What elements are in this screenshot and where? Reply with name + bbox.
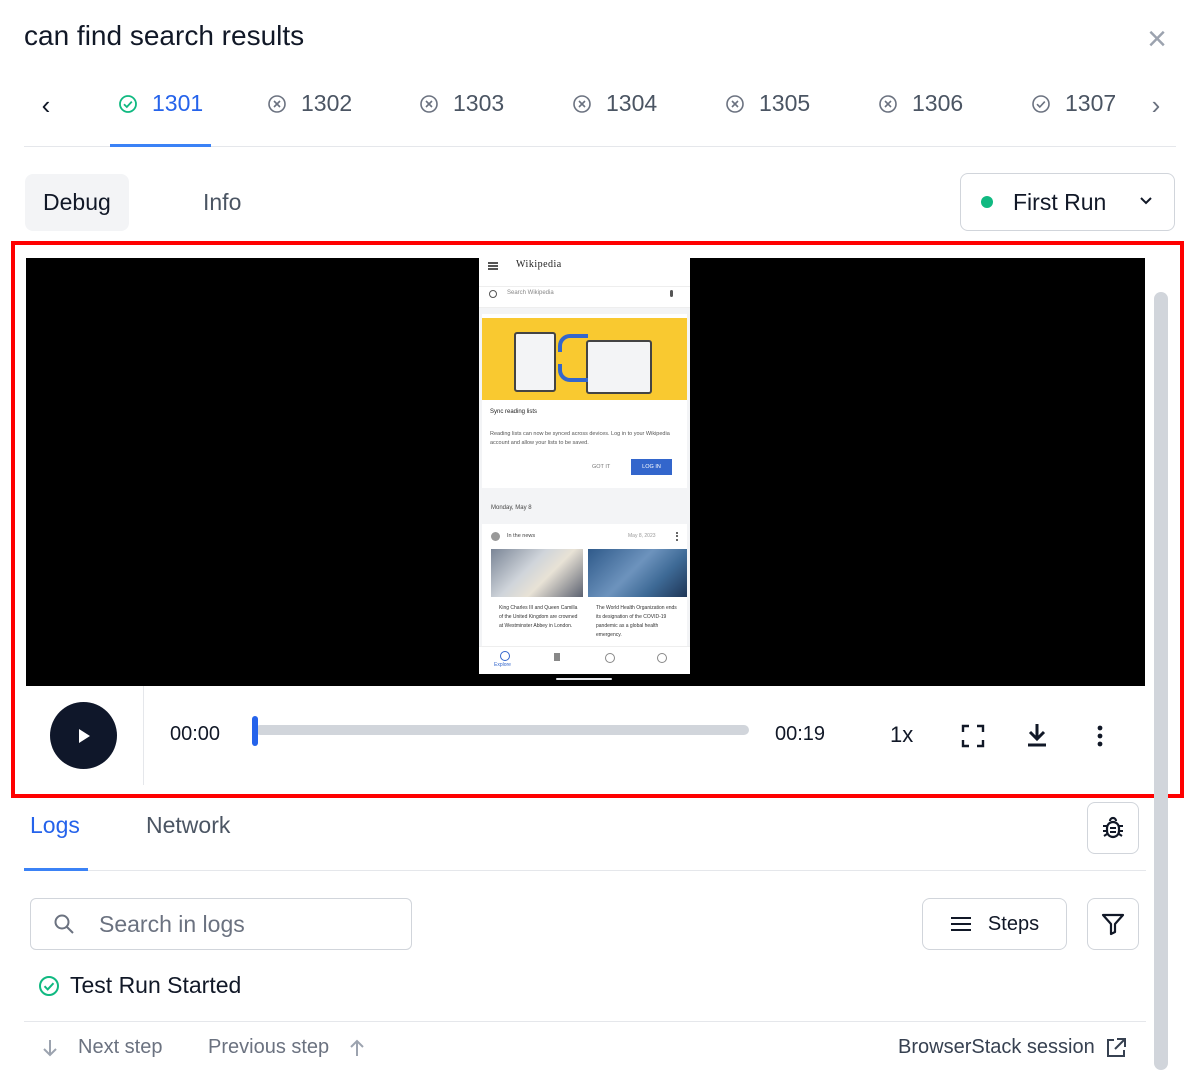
x-circle-icon xyxy=(879,95,897,113)
run-tab-label: 1307 xyxy=(1065,90,1117,116)
scrollbar[interactable] xyxy=(1154,292,1168,1070)
search-input[interactable] xyxy=(97,909,391,939)
tab-run-1305[interactable]: 1305 xyxy=(725,78,810,146)
chevron-right-icon[interactable]: › xyxy=(1142,92,1170,120)
run-tabs: ‹ 1301 1302 1303 1304 1305 1306 1307 › xyxy=(24,78,1176,147)
previous-step-button[interactable]: Previous step xyxy=(208,1036,367,1059)
browserstack-session-link[interactable]: BrowserStack session xyxy=(898,1036,1127,1059)
x-circle-icon xyxy=(573,95,591,113)
x-circle-icon xyxy=(420,95,438,113)
check-circle-icon xyxy=(119,95,137,113)
debug-button[interactable] xyxy=(1087,802,1139,854)
check-circle-icon xyxy=(1032,95,1050,113)
tab-network[interactable]: Network xyxy=(146,812,230,839)
steps-button[interactable]: Steps xyxy=(922,898,1067,950)
highlight-box xyxy=(11,241,1184,798)
tab-run-1304[interactable]: 1304 xyxy=(572,78,657,146)
search-icon xyxy=(54,914,74,934)
tab-run-1303[interactable]: 1303 xyxy=(419,78,504,146)
list-icon xyxy=(950,917,971,931)
run-select-dropdown[interactable]: First Run xyxy=(960,173,1175,231)
filter-icon xyxy=(1101,913,1125,936)
status-dot xyxy=(981,196,993,208)
run-tab-label: 1303 xyxy=(453,90,505,116)
previous-step-label: Previous step xyxy=(208,1036,330,1058)
chevron-left-icon[interactable]: ‹ xyxy=(32,92,60,120)
x-circle-icon xyxy=(726,95,744,113)
active-tab-indicator xyxy=(110,144,212,147)
tab-run-1307[interactable]: 1307 xyxy=(1031,78,1116,146)
active-tab-indicator xyxy=(24,868,88,871)
page-title: can find search results xyxy=(24,20,305,51)
run-tab-label: 1302 xyxy=(301,90,353,116)
log-search[interactable] xyxy=(30,898,412,950)
next-step-label: Next step xyxy=(78,1036,163,1058)
run-select-value: First Run xyxy=(1013,188,1107,215)
filter-button[interactable] xyxy=(1087,898,1139,950)
arrow-up-icon xyxy=(350,1039,364,1056)
arrow-down-icon xyxy=(43,1039,57,1056)
tab-run-1301[interactable]: 1301 xyxy=(110,78,212,147)
divider xyxy=(24,870,1146,871)
log-entry[interactable]: Test Run Started xyxy=(38,972,241,999)
tab-logs[interactable]: Logs xyxy=(30,812,80,839)
tab-run-1302[interactable]: 1302 xyxy=(267,78,352,146)
run-tab-label: 1304 xyxy=(606,90,658,116)
check-circle-icon xyxy=(39,975,59,996)
run-tab-label: 1306 xyxy=(912,90,964,116)
bug-icon xyxy=(1103,816,1123,839)
run-tab-label: 1301 xyxy=(152,90,204,116)
external-link-icon xyxy=(1106,1037,1126,1057)
x-circle-icon xyxy=(268,95,286,113)
steps-label: Steps xyxy=(987,912,1040,935)
next-step-button[interactable]: Next step xyxy=(40,1036,162,1059)
log-entry-text: Test Run Started xyxy=(70,972,242,998)
chevron-down-icon xyxy=(1140,197,1152,205)
browserstack-session-label: BrowserStack session xyxy=(898,1036,1095,1058)
run-tab-label: 1305 xyxy=(759,90,811,116)
tab-info[interactable]: Info xyxy=(185,174,259,231)
tab-debug[interactable]: Debug xyxy=(25,174,129,231)
tab-run-1306[interactable]: 1306 xyxy=(878,78,963,146)
close-icon[interactable]: × xyxy=(1141,22,1173,56)
divider xyxy=(24,1021,1146,1022)
